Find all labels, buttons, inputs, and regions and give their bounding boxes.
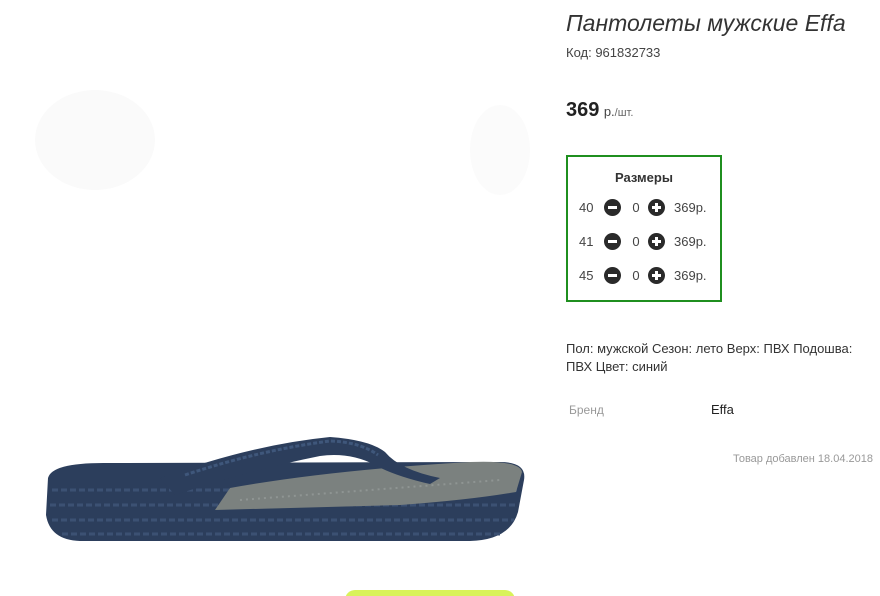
brand-label: Бренд — [569, 403, 604, 417]
price-value: 369 — [566, 99, 600, 121]
plus-circle-icon[interactable] — [648, 233, 665, 250]
quantity-value: 0 — [632, 234, 640, 249]
order-button[interactable] — [345, 590, 515, 596]
size-row: 45 0 369р. — [578, 267, 718, 285]
size-price: 369р. — [674, 234, 707, 249]
sizes-panel: Размеры 40 0 369р. 41 0 369р. 45 0 369р. — [566, 155, 722, 302]
size-row: 41 0 369р. — [578, 233, 718, 251]
size-label: 45 — [579, 268, 594, 283]
minus-circle-icon[interactable] — [604, 267, 621, 284]
quantity-value: 0 — [632, 200, 640, 215]
plus-circle-icon[interactable] — [648, 199, 665, 216]
product-title: Пантолеты мужские Effa — [566, 10, 846, 36]
product-description: Пол: мужской Сезон: лето Верх: ПВХ Подош… — [566, 341, 853, 374]
product-image[interactable] — [0, 0, 560, 596]
quantity-value: 0 — [632, 268, 640, 283]
product-code: Код: 961832733 — [566, 45, 661, 60]
product-price: 369 р./шт. — [566, 99, 633, 122]
brand-value: Effa — [711, 402, 734, 417]
size-label: 40 — [579, 200, 594, 215]
size-row: 40 0 369р. — [578, 199, 718, 217]
plus-circle-icon[interactable] — [648, 267, 665, 284]
minus-circle-icon[interactable] — [604, 233, 621, 250]
size-price: 369р. — [674, 268, 707, 283]
size-label: 41 — [579, 234, 594, 249]
price-currency-symbol: р. — [603, 104, 615, 119]
date-added: Товар добавлен 18.04.2018 — [732, 453, 873, 465]
sizes-title: Размеры — [615, 170, 673, 185]
sandal-illustration — [35, 90, 530, 541]
size-price: 369р. — [674, 200, 707, 215]
minus-circle-icon[interactable] — [604, 199, 621, 216]
price-per-unit: /шт. — [614, 107, 634, 119]
price-currency: р./шт. — [604, 104, 634, 119]
